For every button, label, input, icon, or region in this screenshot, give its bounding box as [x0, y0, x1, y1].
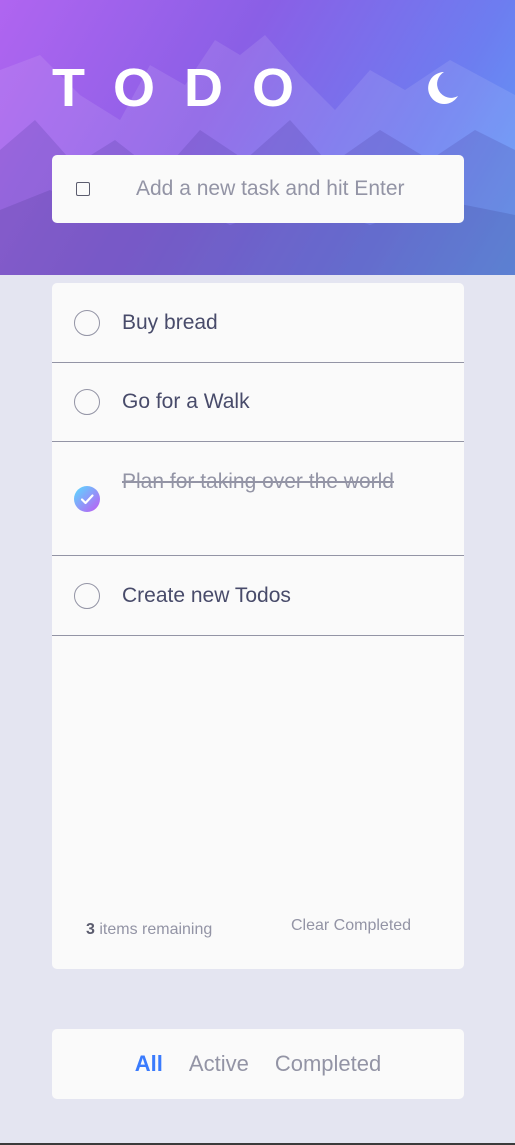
filter-active-button[interactable]: Active: [189, 1029, 249, 1099]
filter-bar: All Active Completed: [52, 1029, 464, 1099]
todo-checkbox-checked[interactable]: [74, 486, 100, 512]
todo-item-completed[interactable]: Plan for taking over the world: [52, 442, 464, 556]
theme-toggle-button[interactable]: [422, 68, 462, 108]
clear-completed-button[interactable]: Clear Completed: [291, 917, 411, 935]
new-task-bar: [52, 155, 464, 223]
todo-checkbox[interactable]: [74, 583, 100, 609]
todo-text: Plan for taking over the world: [122, 470, 394, 493]
todo-list: Buy bread Go for a Walk Plan for taking …: [52, 283, 464, 969]
todo-item[interactable]: Create new Todos: [52, 556, 464, 636]
todo-checkbox[interactable]: [74, 389, 100, 415]
todo-text: Create new Todos: [122, 584, 291, 607]
new-task-checkbox[interactable]: [76, 182, 90, 196]
todo-checkbox[interactable]: [74, 310, 100, 336]
items-remaining: 3 items remaining: [86, 921, 212, 939]
filter-all-button[interactable]: All: [135, 1029, 163, 1099]
new-task-input[interactable]: [136, 155, 456, 223]
todo-text: Buy bread: [122, 311, 218, 334]
todo-item[interactable]: Go for a Walk: [52, 363, 464, 442]
todo-item[interactable]: Buy bread: [52, 283, 464, 363]
filter-completed-button[interactable]: Completed: [275, 1029, 381, 1099]
moon-icon: [428, 72, 458, 104]
mountain-background-image: [0, 35, 515, 275]
todo-text: Go for a Walk: [122, 390, 250, 413]
header-background: TODO: [0, 0, 515, 275]
app-title: TODO: [52, 58, 324, 118]
items-remaining-count: 3: [86, 921, 95, 938]
items-remaining-label: items remaining: [94, 921, 213, 938]
check-icon: [80, 494, 94, 505]
